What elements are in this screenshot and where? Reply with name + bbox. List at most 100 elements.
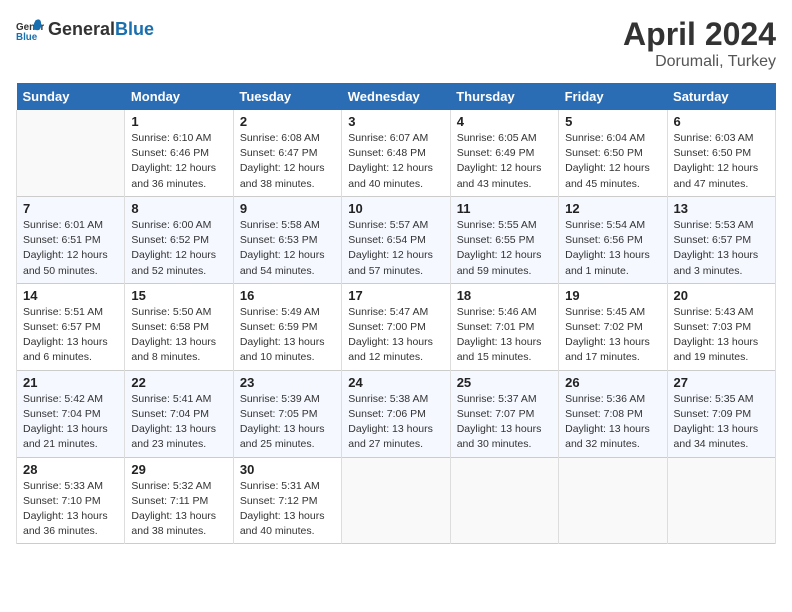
day-number: 2 bbox=[240, 114, 335, 129]
day-sunrise: Sunrise: 5:38 AM bbox=[348, 393, 428, 405]
day-sunset: Sunset: 6:53 PM bbox=[240, 234, 318, 246]
day-sunrise: Sunrise: 5:50 AM bbox=[131, 306, 211, 318]
day-daylight: Daylight: 13 hours and 1 minute. bbox=[565, 249, 650, 276]
title-block: April 2024 Dorumali, Turkey bbox=[623, 16, 776, 71]
calendar-week-row: 1 Sunrise: 6:10 AM Sunset: 6:46 PM Dayli… bbox=[17, 110, 776, 196]
day-number: 6 bbox=[674, 114, 769, 129]
calendar-week-row: 28 Sunrise: 5:33 AM Sunset: 7:10 PM Dayl… bbox=[17, 457, 776, 544]
calendar-cell: 2 Sunrise: 6:08 AM Sunset: 6:47 PM Dayli… bbox=[233, 110, 341, 196]
calendar-cell: 11 Sunrise: 5:55 AM Sunset: 6:55 PM Dayl… bbox=[450, 196, 558, 283]
day-number: 13 bbox=[674, 201, 769, 216]
day-sunrise: Sunrise: 6:05 AM bbox=[457, 132, 537, 144]
day-sunrise: Sunrise: 6:03 AM bbox=[674, 132, 754, 144]
day-sunset: Sunset: 7:00 PM bbox=[348, 321, 426, 333]
calendar-cell: 21 Sunrise: 5:42 AM Sunset: 7:04 PM Dayl… bbox=[17, 370, 125, 457]
calendar-cell: 27 Sunrise: 5:35 AM Sunset: 7:09 PM Dayl… bbox=[667, 370, 775, 457]
day-daylight: Daylight: 13 hours and 32 minutes. bbox=[565, 423, 650, 450]
day-number: 1 bbox=[131, 114, 226, 129]
day-number: 26 bbox=[565, 375, 660, 390]
day-sunset: Sunset: 6:50 PM bbox=[565, 147, 643, 159]
location-title: Dorumali, Turkey bbox=[623, 53, 776, 71]
day-sunrise: Sunrise: 5:51 AM bbox=[23, 306, 103, 318]
calendar-cell: 14 Sunrise: 5:51 AM Sunset: 6:57 PM Dayl… bbox=[17, 283, 125, 370]
day-sunrise: Sunrise: 5:32 AM bbox=[131, 480, 211, 492]
column-header-monday: Monday bbox=[125, 83, 233, 110]
day-sunset: Sunset: 6:52 PM bbox=[131, 234, 209, 246]
column-header-friday: Friday bbox=[559, 83, 667, 110]
day-sunset: Sunset: 6:54 PM bbox=[348, 234, 426, 246]
day-sunrise: Sunrise: 5:35 AM bbox=[674, 393, 754, 405]
day-sunrise: Sunrise: 5:53 AM bbox=[674, 219, 754, 231]
column-header-wednesday: Wednesday bbox=[342, 83, 450, 110]
calendar-cell: 24 Sunrise: 5:38 AM Sunset: 7:06 PM Dayl… bbox=[342, 370, 450, 457]
day-sunset: Sunset: 7:11 PM bbox=[131, 495, 208, 507]
day-daylight: Daylight: 12 hours and 38 minutes. bbox=[240, 162, 325, 189]
day-number: 25 bbox=[457, 375, 552, 390]
day-number: 3 bbox=[348, 114, 443, 129]
calendar-cell: 9 Sunrise: 5:58 AM Sunset: 6:53 PM Dayli… bbox=[233, 196, 341, 283]
day-sunset: Sunset: 7:04 PM bbox=[131, 408, 209, 420]
day-daylight: Daylight: 13 hours and 17 minutes. bbox=[565, 336, 650, 363]
day-number: 4 bbox=[457, 114, 552, 129]
day-daylight: Daylight: 13 hours and 10 minutes. bbox=[240, 336, 325, 363]
day-sunrise: Sunrise: 5:45 AM bbox=[565, 306, 645, 318]
day-number: 24 bbox=[348, 375, 443, 390]
calendar-cell: 22 Sunrise: 5:41 AM Sunset: 7:04 PM Dayl… bbox=[125, 370, 233, 457]
day-number: 23 bbox=[240, 375, 335, 390]
day-sunrise: Sunrise: 6:01 AM bbox=[23, 219, 103, 231]
calendar-cell bbox=[342, 457, 450, 544]
day-number: 17 bbox=[348, 288, 443, 303]
calendar-table: SundayMondayTuesdayWednesdayThursdayFrid… bbox=[16, 83, 776, 544]
calendar-cell: 25 Sunrise: 5:37 AM Sunset: 7:07 PM Dayl… bbox=[450, 370, 558, 457]
day-sunrise: Sunrise: 5:43 AM bbox=[674, 306, 754, 318]
day-sunset: Sunset: 7:10 PM bbox=[23, 495, 101, 507]
calendar-cell: 23 Sunrise: 5:39 AM Sunset: 7:05 PM Dayl… bbox=[233, 370, 341, 457]
day-sunset: Sunset: 6:55 PM bbox=[457, 234, 535, 246]
logo: General Blue GeneralBlue bbox=[16, 16, 154, 44]
calendar-cell: 19 Sunrise: 5:45 AM Sunset: 7:02 PM Dayl… bbox=[559, 283, 667, 370]
day-sunrise: Sunrise: 5:41 AM bbox=[131, 393, 211, 405]
day-daylight: Daylight: 13 hours and 19 minutes. bbox=[674, 336, 759, 363]
day-number: 8 bbox=[131, 201, 226, 216]
calendar-cell: 6 Sunrise: 6:03 AM Sunset: 6:50 PM Dayli… bbox=[667, 110, 775, 196]
day-sunset: Sunset: 6:57 PM bbox=[23, 321, 101, 333]
calendar-cell: 10 Sunrise: 5:57 AM Sunset: 6:54 PM Dayl… bbox=[342, 196, 450, 283]
calendar-week-row: 14 Sunrise: 5:51 AM Sunset: 6:57 PM Dayl… bbox=[17, 283, 776, 370]
day-daylight: Daylight: 13 hours and 40 minutes. bbox=[240, 510, 325, 537]
svg-text:Blue: Blue bbox=[16, 32, 38, 43]
day-number: 18 bbox=[457, 288, 552, 303]
day-sunrise: Sunrise: 5:31 AM bbox=[240, 480, 320, 492]
calendar-cell: 17 Sunrise: 5:47 AM Sunset: 7:00 PM Dayl… bbox=[342, 283, 450, 370]
calendar-cell bbox=[17, 110, 125, 196]
day-daylight: Daylight: 13 hours and 3 minutes. bbox=[674, 249, 759, 276]
day-sunset: Sunset: 6:48 PM bbox=[348, 147, 426, 159]
day-sunrise: Sunrise: 6:10 AM bbox=[131, 132, 211, 144]
day-daylight: Daylight: 13 hours and 25 minutes. bbox=[240, 423, 325, 450]
day-daylight: Daylight: 13 hours and 23 minutes. bbox=[131, 423, 216, 450]
calendar-cell: 26 Sunrise: 5:36 AM Sunset: 7:08 PM Dayl… bbox=[559, 370, 667, 457]
calendar-week-row: 7 Sunrise: 6:01 AM Sunset: 6:51 PM Dayli… bbox=[17, 196, 776, 283]
day-daylight: Daylight: 12 hours and 36 minutes. bbox=[131, 162, 216, 189]
day-daylight: Daylight: 12 hours and 43 minutes. bbox=[457, 162, 542, 189]
day-sunset: Sunset: 7:12 PM bbox=[240, 495, 318, 507]
day-number: 22 bbox=[131, 375, 226, 390]
day-number: 28 bbox=[23, 462, 118, 477]
calendar-cell: 15 Sunrise: 5:50 AM Sunset: 6:58 PM Dayl… bbox=[125, 283, 233, 370]
day-sunrise: Sunrise: 6:07 AM bbox=[348, 132, 428, 144]
day-number: 9 bbox=[240, 201, 335, 216]
day-sunset: Sunset: 6:47 PM bbox=[240, 147, 318, 159]
month-title: April 2024 bbox=[623, 16, 776, 53]
day-daylight: Daylight: 12 hours and 47 minutes. bbox=[674, 162, 759, 189]
day-sunset: Sunset: 6:56 PM bbox=[565, 234, 643, 246]
day-daylight: Daylight: 12 hours and 45 minutes. bbox=[565, 162, 650, 189]
day-sunset: Sunset: 6:49 PM bbox=[457, 147, 535, 159]
day-number: 5 bbox=[565, 114, 660, 129]
day-daylight: Daylight: 12 hours and 50 minutes. bbox=[23, 249, 108, 276]
day-sunset: Sunset: 7:07 PM bbox=[457, 408, 535, 420]
calendar-cell: 28 Sunrise: 5:33 AM Sunset: 7:10 PM Dayl… bbox=[17, 457, 125, 544]
day-number: 19 bbox=[565, 288, 660, 303]
logo-general-text: General bbox=[48, 19, 115, 39]
day-daylight: Daylight: 13 hours and 30 minutes. bbox=[457, 423, 542, 450]
day-sunset: Sunset: 7:02 PM bbox=[565, 321, 643, 333]
calendar-header-row: SundayMondayTuesdayWednesdayThursdayFrid… bbox=[17, 83, 776, 110]
